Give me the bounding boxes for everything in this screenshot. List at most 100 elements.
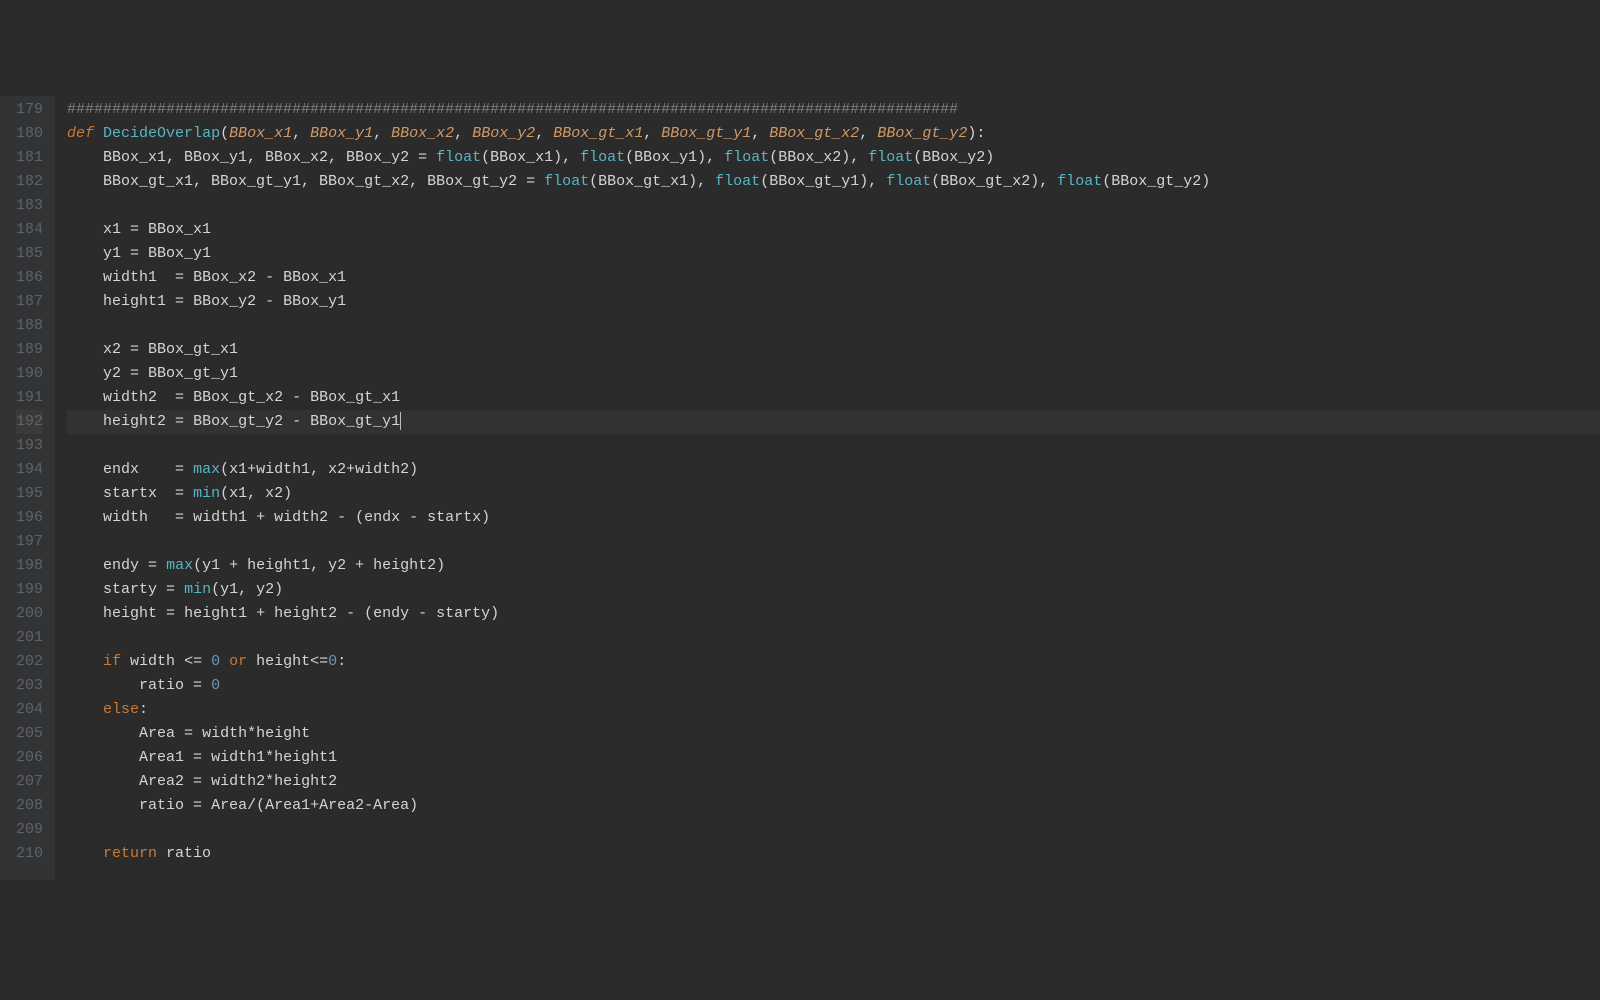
code-token: (endx [346,509,409,526]
code-area[interactable]: ########################################… [55,96,1600,880]
code-token: ( [220,125,229,142]
line-number: 180 [16,122,43,146]
code-token: height [247,653,310,670]
code-token: Area) [373,797,418,814]
code-line[interactable]: y1 = BBox_y1 [67,242,1600,266]
code-line[interactable]: BBox_gt_x1, BBox_gt_y1, BBox_gt_x2, BBox… [67,170,1600,194]
code-line[interactable] [67,818,1600,842]
code-token: <= [184,653,202,670]
line-number: 199 [16,578,43,602]
code-token: float [886,173,931,190]
code-line[interactable] [67,530,1600,554]
code-line[interactable]: height = height1 + height2 - (endy - sta… [67,602,1600,626]
code-editor[interactable]: 1791801811821831841851861871881891901911… [0,96,1600,880]
code-line[interactable]: height2 = BBox_gt_y2 - BBox_gt_y1 [67,410,1600,434]
code-token [94,125,103,142]
code-token: , [292,125,310,142]
code-line[interactable]: else: [67,698,1600,722]
line-number: 201 [16,626,43,650]
code-token: = [526,173,535,190]
code-line[interactable] [67,626,1600,650]
code-line[interactable]: starty = min(y1, y2) [67,578,1600,602]
code-token: height2 [265,605,346,622]
code-token: BBox_y1 [274,293,346,310]
line-number: 195 [16,482,43,506]
code-token: * [265,773,274,790]
code-token [220,653,229,670]
code-token: Area2 [67,773,193,790]
code-line[interactable]: width = width1 + width2 - (endx - startx… [67,506,1600,530]
code-token: return [103,845,157,862]
code-token: = [175,485,184,502]
code-token: - [292,389,301,406]
code-line[interactable]: Area = width*height [67,722,1600,746]
line-number: 194 [16,458,43,482]
code-line[interactable] [67,434,1600,458]
code-token: = [193,773,202,790]
code-token: , [751,125,769,142]
line-number: 198 [16,554,43,578]
code-token: height1 [175,605,256,622]
code-line[interactable]: ########################################… [67,98,1600,122]
code-line[interactable]: def DecideOverlap(BBox_x1, BBox_y1, BBox… [67,122,1600,146]
code-token [202,653,211,670]
code-token: - [265,293,274,310]
code-token: = [193,797,202,814]
code-line[interactable]: startx = min(x1, x2) [67,482,1600,506]
code-line[interactable]: ratio = Area/(Area1+Area2-Area) [67,794,1600,818]
line-number: 208 [16,794,43,818]
code-token: = [418,149,427,166]
line-number: 197 [16,530,43,554]
code-line[interactable]: x2 = BBox_gt_x1 [67,338,1600,362]
code-token: - [418,605,427,622]
code-line[interactable] [67,314,1600,338]
code-token: + [310,797,319,814]
code-line[interactable]: ratio = 0 [67,674,1600,698]
code-line[interactable]: endx = max(x1+width1, x2+width2) [67,458,1600,482]
code-line[interactable]: return ratio [67,842,1600,866]
code-token: height2 [274,773,337,790]
code-line[interactable]: Area2 = width2*height2 [67,770,1600,794]
line-number: 200 [16,602,43,626]
code-token: 0 [211,677,220,694]
code-token: y1 [67,245,130,262]
code-token: - [364,797,373,814]
code-line[interactable]: if width <= 0 or height<=0: [67,650,1600,674]
code-line[interactable]: Area1 = width1*height1 [67,746,1600,770]
line-number: 204 [16,698,43,722]
code-token: max [193,461,220,478]
code-token: BBox_gt_y1 [139,365,238,382]
code-token: BBox_gt_x1 [553,125,643,142]
code-line[interactable]: height1 = BBox_y2 - BBox_y1 [67,290,1600,314]
code-token: : [139,701,148,718]
code-token [535,173,544,190]
code-token: x1 [67,221,130,238]
code-line[interactable]: endy = max(y1 + height1, y2 + height2) [67,554,1600,578]
line-number: 189 [16,338,43,362]
code-token: ): [967,125,985,142]
code-token: width [121,653,184,670]
code-token: (y1, y2) [211,581,283,598]
code-token: = [130,245,139,262]
code-line[interactable]: x1 = BBox_x1 [67,218,1600,242]
code-token: BBox_y1 [310,125,373,142]
code-token: = [175,509,184,526]
code-token: * [247,725,256,742]
code-token: 0 [328,653,337,670]
line-number: 185 [16,242,43,266]
code-line[interactable]: y2 = BBox_gt_y1 [67,362,1600,386]
code-token: startx [67,485,175,502]
code-token: float [1057,173,1102,190]
line-number: 206 [16,746,43,770]
code-line[interactable] [67,194,1600,218]
code-token: = [175,269,184,286]
code-line[interactable]: width1 = BBox_x2 - BBox_x1 [67,266,1600,290]
line-number: 209 [16,818,43,842]
code-token: BBox_x2 [184,269,265,286]
code-token [67,653,103,670]
code-token: BBox_gt_x2 [769,125,859,142]
line-number: 187 [16,290,43,314]
code-line[interactable]: width2 = BBox_gt_x2 - BBox_gt_x1 [67,386,1600,410]
code-token: min [184,581,211,598]
code-line[interactable]: BBox_x1, BBox_y1, BBox_x2, BBox_y2 = flo… [67,146,1600,170]
